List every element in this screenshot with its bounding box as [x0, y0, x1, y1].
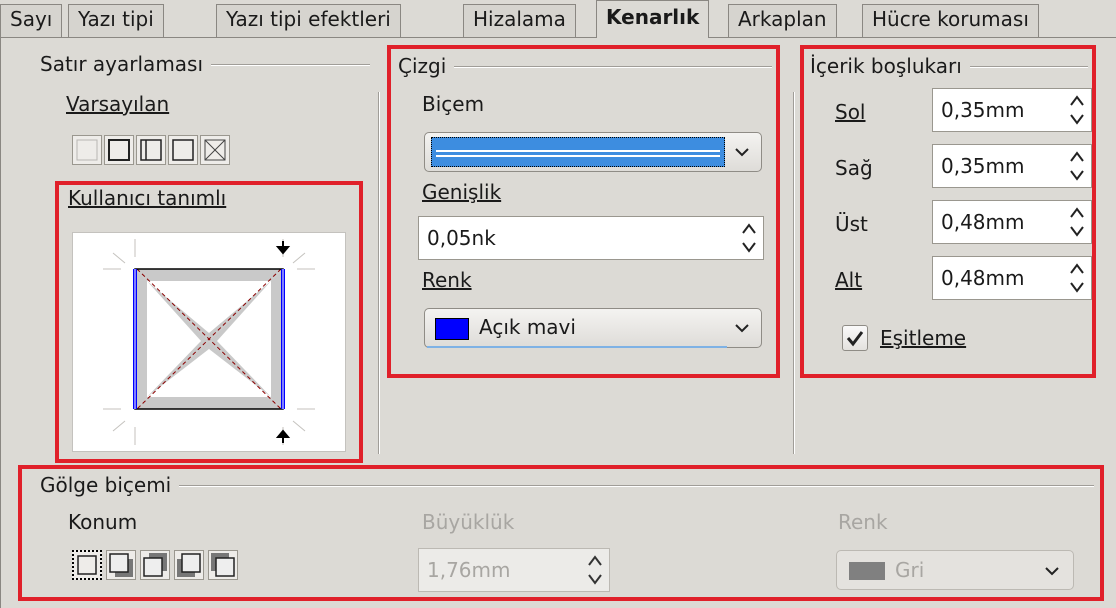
- user-defined-label-text: Kullanıcı tanımlı: [68, 186, 227, 210]
- shadow-color-value: Gri: [895, 558, 925, 582]
- spacing-heading: İçerik boşlukarı: [810, 54, 1088, 78]
- shadow-heading: Gölge biçemi: [40, 473, 1094, 497]
- top-label: Üst: [835, 212, 868, 236]
- width-spinner[interactable]: [741, 221, 757, 255]
- tab-sayi[interactable]: Sayı: [0, 4, 63, 38]
- chevron-down-icon: [735, 148, 749, 157]
- tab-kenarlik[interactable]: Kenarlık: [596, 0, 710, 38]
- line-color-value: Açık mavi: [479, 315, 576, 339]
- shadow-color-swatch: [849, 562, 885, 580]
- shadow-none-button[interactable]: [72, 550, 102, 580]
- spacing-title: İçerik boşlukarı: [810, 54, 962, 78]
- line-arrangement-title: Satır ayarlaması: [40, 52, 204, 76]
- shadow-size-value: 1,76mm: [427, 558, 511, 582]
- shadow-color-label: Renk: [838, 510, 888, 534]
- line-style-dropdown[interactable]: [424, 132, 762, 172]
- tab-bar: Sayı Yazı tipi Yazı tipi efektleri Hizal…: [0, 0, 1116, 38]
- bottom-spacing-value: 0,48mm: [941, 266, 1025, 290]
- left-spacing-input[interactable]: 0,35mm: [932, 88, 1092, 132]
- bottom-spinner[interactable]: [1069, 261, 1085, 295]
- shadow-bottom-right-button[interactable]: [106, 550, 136, 580]
- line-heading: Çizgi: [398, 54, 772, 78]
- preset-outer-horizontal-button[interactable]: [168, 135, 198, 165]
- right-label: Sağ: [835, 156, 873, 180]
- style-label: Biçem: [422, 92, 485, 116]
- line-color-swatch: [435, 318, 469, 340]
- shadow-color-dropdown[interactable]: Gri: [836, 550, 1074, 590]
- right-spacing-input[interactable]: 0,35mm: [932, 144, 1092, 188]
- sync-label: Eşitleme: [880, 326, 967, 350]
- left-spacing-value: 0,35mm: [941, 98, 1025, 122]
- shadow-bottom-left-button[interactable]: [174, 550, 204, 580]
- preset-none-button[interactable]: [72, 135, 102, 165]
- border-preview[interactable]: [72, 232, 346, 452]
- shadow-title: Gölge biçemi: [40, 473, 172, 497]
- bottom-spacing-input[interactable]: 0,48mm: [932, 256, 1092, 300]
- size-label: Büyüklük: [422, 510, 515, 534]
- chevron-down-icon: [735, 324, 749, 333]
- line-arrangement-heading: Satır ayarlaması: [40, 52, 370, 76]
- default-label: Varsayılan: [66, 92, 170, 116]
- width-value: 0,05nk: [427, 226, 496, 250]
- separator-1: [378, 92, 379, 454]
- width-input[interactable]: 0,05nk: [418, 216, 764, 260]
- preset-outer-button[interactable]: [104, 135, 134, 165]
- chevron-down-icon: [1045, 567, 1059, 576]
- tab-arkaplan[interactable]: Arkaplan: [728, 4, 837, 38]
- bottom-label: Alt: [835, 268, 863, 292]
- preset-diagonal-button[interactable]: [200, 135, 230, 165]
- tab-yazi-tipi-efektleri[interactable]: Yazı tipi efektleri: [216, 4, 401, 38]
- left-label: Sol: [835, 100, 866, 124]
- shadow-size-input[interactable]: 1,76mm: [418, 548, 610, 592]
- top-spacing-input[interactable]: 0,48mm: [932, 200, 1092, 244]
- position-label: Konum: [68, 510, 138, 534]
- left-spinner[interactable]: [1069, 93, 1085, 127]
- line-style-selected: [431, 137, 725, 167]
- checkmark-icon: [846, 331, 864, 347]
- user-defined-label: Kullanıcı tanımlı: [68, 186, 226, 210]
- line-title: Çizgi: [398, 54, 447, 78]
- right-spinner[interactable]: [1069, 149, 1085, 183]
- preset-outer-vertical-button[interactable]: [136, 135, 166, 165]
- shadow-size-spinner[interactable]: [587, 553, 603, 587]
- color-label: Renk: [422, 268, 472, 292]
- tab-hucre-korumasi[interactable]: Hücre koruması: [862, 4, 1039, 38]
- shadow-top-right-button[interactable]: [140, 550, 170, 580]
- top-spacing-value: 0,48mm: [941, 210, 1025, 234]
- width-label: Genişlik: [422, 180, 502, 204]
- sync-checkbox[interactable]: [842, 325, 868, 351]
- separator-2: [793, 92, 794, 454]
- right-spacing-value: 0,35mm: [941, 154, 1025, 178]
- shadow-top-left-button[interactable]: [208, 550, 238, 580]
- line-color-dropdown[interactable]: Açık mavi: [424, 308, 762, 348]
- tab-yazi-tipi[interactable]: Yazı tipi: [68, 4, 164, 38]
- tab-hizalama[interactable]: Hizalama: [463, 4, 576, 38]
- top-spinner[interactable]: [1069, 205, 1085, 239]
